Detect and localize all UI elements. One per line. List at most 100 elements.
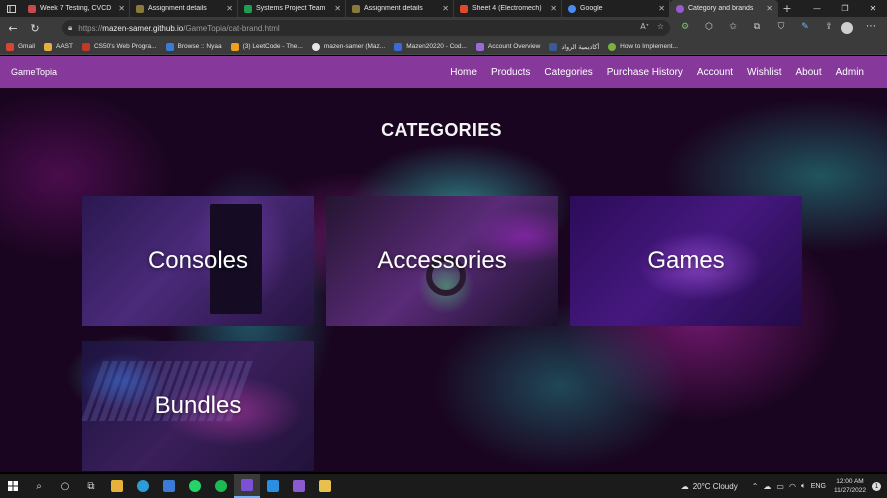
- bookmark-label: How to Implement...: [620, 43, 678, 50]
- bookmark-item[interactable]: Gmail: [6, 42, 35, 51]
- chevron-up-icon[interactable]: ⌃: [752, 482, 759, 491]
- category-card-bundles[interactable]: Bundles: [82, 341, 314, 471]
- new-tab-button[interactable]: +: [778, 2, 796, 15]
- category-card-games[interactable]: Games: [570, 196, 802, 326]
- browser-app-icon[interactable]: [234, 474, 260, 498]
- minimize-icon[interactable]: —: [803, 0, 831, 17]
- browser-tab[interactable]: Week 7 Testing, CVCD ✕: [22, 0, 130, 17]
- tab-title: Assignment details: [148, 5, 207, 12]
- notes-app-icon[interactable]: [312, 474, 338, 498]
- lock-icon[interactable]: 🔒︎: [68, 23, 72, 33]
- academy-icon: [549, 42, 558, 51]
- tab-close-icon[interactable]: ✕: [550, 4, 557, 13]
- maximize-icon[interactable]: ❐: [831, 0, 859, 17]
- nav-link-about[interactable]: About: [796, 67, 822, 78]
- cortana-icon[interactable]: ○: [52, 474, 78, 498]
- visual-studio-icon[interactable]: [286, 474, 312, 498]
- profile-avatar[interactable]: [841, 22, 853, 34]
- bookmark-label: AAST: [55, 43, 73, 50]
- store-icon[interactable]: [156, 474, 182, 498]
- favorites-icon[interactable]: ✩: [726, 20, 740, 34]
- nav-link-purchase-history[interactable]: Purchase History: [607, 67, 683, 78]
- favorite-star-icon[interactable]: ☆: [657, 22, 664, 31]
- settings-icon[interactable]: ⬡: [702, 20, 716, 34]
- nav-link-home[interactable]: Home: [450, 67, 477, 78]
- address-bar[interactable]: 🔒︎ https://mazen-samer.github.io/GameTop…: [62, 20, 670, 36]
- bookmark-label: Account Overview: [487, 43, 541, 50]
- nav-link-account[interactable]: Account: [697, 67, 733, 78]
- bookmark-item[interactable]: (3) LeetCode - The...: [230, 42, 303, 51]
- weather-widget[interactable]: ☁ 20°C Cloudy: [681, 482, 738, 491]
- clock-time: 12:00 AM: [836, 478, 864, 485]
- tab-actions-button[interactable]: [0, 0, 22, 17]
- close-window-icon[interactable]: ✕: [859, 0, 887, 17]
- bookmark-item[interactable]: Account Overview: [475, 42, 541, 51]
- category-label: Accessories: [377, 247, 507, 274]
- search-icon[interactable]: ⌕: [26, 474, 52, 498]
- category-label: Games: [647, 247, 725, 274]
- category-card-accessories[interactable]: Accessories: [326, 196, 558, 326]
- browser-tab-active[interactable]: Category and brands ✕: [670, 0, 778, 17]
- bookmark-item[interactable]: AAST: [43, 42, 73, 51]
- weather-text: 20°C Cloudy: [692, 481, 738, 491]
- onedrive-icon[interactable]: ☁: [763, 482, 771, 491]
- page-title: CATEGORIES: [381, 120, 502, 140]
- notification-badge[interactable]: 1: [872, 481, 881, 491]
- collections-icon[interactable]: ⧉: [750, 20, 764, 34]
- back-icon[interactable]: ←: [4, 19, 22, 37]
- bookmark-item[interactable]: How to Implement...: [608, 42, 678, 51]
- browser-tab[interactable]: Sheet 4 (Electromech) ✕: [454, 0, 562, 17]
- tab-close-icon[interactable]: ✕: [766, 4, 773, 13]
- tab-close-icon[interactable]: ✕: [226, 4, 233, 13]
- bookmark-item[interactable]: Mazen20220 - Cod...: [394, 42, 467, 51]
- leetcode-icon: [230, 42, 239, 51]
- nav-link-wishlist[interactable]: Wishlist: [747, 67, 781, 78]
- start-button[interactable]: [0, 474, 26, 498]
- battery-icon[interactable]: ▭: [776, 482, 784, 491]
- vscode-icon[interactable]: [260, 474, 286, 498]
- bookmark-item[interactable]: mazen-samer (Maz...: [311, 42, 385, 51]
- nav-link-admin[interactable]: Admin: [836, 67, 864, 78]
- tab-title: Sheet 4 (Electromech): [472, 5, 542, 12]
- tab-close-icon[interactable]: ✕: [658, 4, 665, 13]
- extension-icon[interactable]: ⚙: [678, 20, 692, 34]
- shield-icon[interactable]: ⛉: [774, 20, 788, 34]
- refresh-icon[interactable]: ↻: [26, 19, 44, 37]
- bookmark-item[interactable]: CS50's Web Progra...: [81, 42, 157, 51]
- site-brand-link[interactable]: GameTopia: [11, 67, 57, 77]
- nav-link-products[interactable]: Products: [491, 67, 530, 78]
- share-icon[interactable]: ⇪: [822, 20, 836, 34]
- codeforces-icon: [394, 42, 403, 51]
- language-indicator[interactable]: ENG: [811, 483, 826, 490]
- file-explorer-icon[interactable]: [104, 474, 130, 498]
- browser-tab[interactable]: Systems Project Team ✕: [238, 0, 346, 17]
- gmail-icon: [6, 42, 14, 51]
- category-card-consoles[interactable]: Consoles: [82, 196, 314, 326]
- browser-tab[interactable]: Assignment details ✕: [130, 0, 238, 17]
- edge-icon[interactable]: [130, 474, 156, 498]
- tab-close-icon[interactable]: ✕: [334, 4, 341, 13]
- folder-icon: [43, 42, 52, 51]
- tab-close-icon[interactable]: ✕: [118, 4, 125, 13]
- spotify-icon[interactable]: [208, 474, 234, 498]
- nav-link-categories[interactable]: Categories: [544, 67, 592, 78]
- wifi-icon[interactable]: ◠: [789, 482, 796, 491]
- volume-icon[interactable]: 🔈︎: [801, 481, 806, 491]
- clock[interactable]: 12:00 AM 11/27/2022: [834, 477, 866, 495]
- bookmark-label: Mazen20220 - Cod...: [406, 43, 467, 50]
- tab-close-icon[interactable]: ✕: [442, 4, 449, 13]
- windows-icon: [8, 481, 18, 491]
- read-aloud-icon[interactable]: Aᐩ: [640, 22, 649, 31]
- window-controls: — ❐ ✕: [803, 0, 887, 17]
- more-options-icon[interactable]: ⋯: [866, 21, 876, 32]
- url-host: mazen-samer.github.io: [102, 23, 184, 33]
- edit-icon[interactable]: ✎: [798, 20, 812, 34]
- tab-favicon-icon: [136, 4, 144, 13]
- cloud-icon: ☁: [680, 481, 689, 491]
- bookmark-item[interactable]: أكاديمية الرواد: [549, 42, 599, 51]
- task-view-icon[interactable]: ⧉: [78, 474, 104, 498]
- browser-tab[interactable]: Assignment details ✕: [346, 0, 454, 17]
- whatsapp-icon[interactable]: [182, 474, 208, 498]
- browser-tab[interactable]: Google ✕: [562, 0, 670, 17]
- bookmark-item[interactable]: Browse :: Nyaa: [165, 42, 222, 51]
